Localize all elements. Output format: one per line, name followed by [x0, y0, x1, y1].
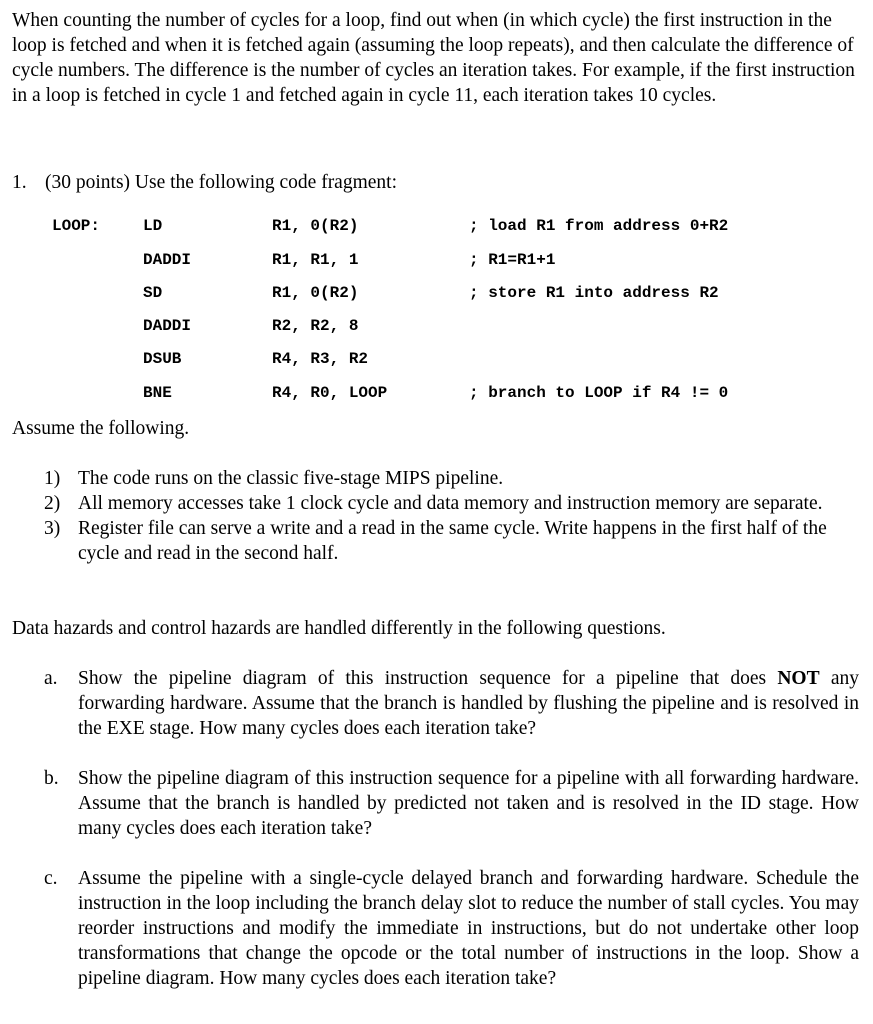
code-line: LOOP: LD R1, 0(R2) ; load R1 from addres…: [0, 216, 873, 236]
question-number: 1.: [12, 172, 27, 193]
code-opcode: BNE: [143, 384, 172, 402]
code-label: LOOP:: [52, 217, 101, 235]
code-operands: R1, 0(R2): [272, 284, 359, 302]
assumption-text: The code runs on the classic five-stage …: [78, 468, 504, 489]
assumption-item: 3) Register file can serve a write and a…: [44, 516, 864, 566]
part-text: Assume the pipeline with a single-cycle …: [78, 868, 859, 989]
part-label: b.: [44, 768, 59, 789]
code-line: DADDI R1, R1, 1 ; R1=R1+1: [0, 250, 873, 270]
assumption-number: 1): [44, 468, 61, 489]
part-text-pre: Show the pipeline diagram of this instru…: [78, 668, 778, 689]
part-text-emphasis: NOT: [777, 668, 820, 689]
assumption-text: All memory accesses take 1 clock cycle a…: [78, 493, 823, 514]
hazards-note: Data hazards and control hazards are han…: [12, 618, 666, 639]
code-operands: R4, R0, LOOP: [272, 384, 388, 402]
code-operands: R1, 0(R2): [272, 217, 359, 235]
code-comment: ; load R1 from address 0+R2: [469, 217, 729, 235]
code-line: DADDI R2, R2, 8: [0, 316, 873, 336]
part-label: c.: [44, 868, 58, 889]
code-opcode: DSUB: [143, 350, 182, 368]
assumption-item: 2) All memory accesses take 1 clock cycl…: [44, 491, 864, 516]
intro-paragraph: When counting the number of cycles for a…: [12, 10, 855, 106]
part-text: Show the pipeline diagram of this instru…: [78, 666, 859, 741]
assume-heading: Assume the following.: [12, 418, 190, 439]
assumption-number: 2): [44, 493, 61, 514]
part-label: a.: [44, 668, 58, 689]
question-heading: 1. (30 points) Use the following code fra…: [12, 170, 397, 195]
question-text: (30 points) Use the following code fragm…: [45, 172, 397, 193]
assumption-item: 1) The code runs on the classic five-sta…: [44, 466, 864, 491]
code-opcode: DADDI: [143, 317, 192, 335]
code-comment: ; branch to LOOP if R4 != 0: [469, 384, 729, 402]
assumptions-list: 1) The code runs on the classic five-sta…: [44, 466, 864, 566]
assumption-text: Register file can serve a write and a re…: [78, 518, 827, 564]
code-line: DSUB R4, R3, R2: [0, 349, 873, 369]
code-opcode: DADDI: [143, 251, 192, 269]
part-c: c. Assume the pipeline with a single-cyc…: [44, 866, 859, 991]
code-operands: R2, R2, 8: [272, 317, 359, 335]
code-opcode: SD: [143, 284, 163, 302]
part-b: b. Show the pipeline diagram of this ins…: [44, 766, 859, 841]
part-a: a. Show the pipeline diagram of this ins…: [44, 666, 859, 741]
code-operands: R1, R1, 1: [272, 251, 359, 269]
part-text: Show the pipeline diagram of this instru…: [78, 768, 859, 839]
code-line: SD R1, 0(R2) ; store R1 into address R2: [0, 283, 873, 303]
code-comment: ; store R1 into address R2: [469, 284, 719, 302]
code-opcode: LD: [143, 217, 163, 235]
code-comment: ; R1=R1+1: [469, 251, 556, 269]
code-operands: R4, R3, R2: [272, 350, 369, 368]
assumption-number: 3): [44, 518, 61, 539]
code-line: BNE R4, R0, LOOP ; branch to LOOP if R4 …: [0, 383, 873, 403]
